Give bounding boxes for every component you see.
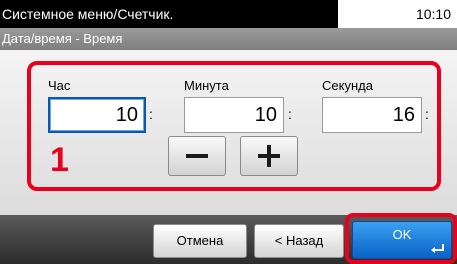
- second-label: Секунда: [322, 78, 373, 93]
- clock-time: 10:10: [415, 6, 451, 22]
- breadcrumb: Дата/время - Время: [0, 28, 457, 50]
- hour-field[interactable]: 10: [48, 97, 146, 133]
- title-bar: Системное меню/Счетчик. 10:10: [0, 0, 457, 28]
- hour-colon: :: [149, 106, 153, 122]
- minute-colon: :: [288, 106, 292, 122]
- minus-icon: [186, 154, 208, 158]
- decrement-button[interactable]: [168, 136, 226, 176]
- hour-label: Час: [48, 78, 71, 93]
- plus-icon: [258, 145, 280, 167]
- ok-label: OK: [392, 227, 412, 242]
- increment-button[interactable]: [240, 136, 298, 176]
- step-number: 1: [50, 141, 69, 179]
- window-title: Системное меню/Счетчик.: [0, 0, 338, 28]
- back-button[interactable]: < Назад: [254, 224, 344, 258]
- ok-button[interactable]: OK: [352, 221, 452, 259]
- second-field[interactable]: 16: [322, 97, 422, 133]
- minute-label: Минута: [184, 78, 229, 93]
- cancel-button[interactable]: Отмена: [153, 224, 247, 258]
- enter-icon: [431, 244, 444, 253]
- second-colon: :: [425, 106, 429, 122]
- minute-field[interactable]: 10: [184, 97, 284, 133]
